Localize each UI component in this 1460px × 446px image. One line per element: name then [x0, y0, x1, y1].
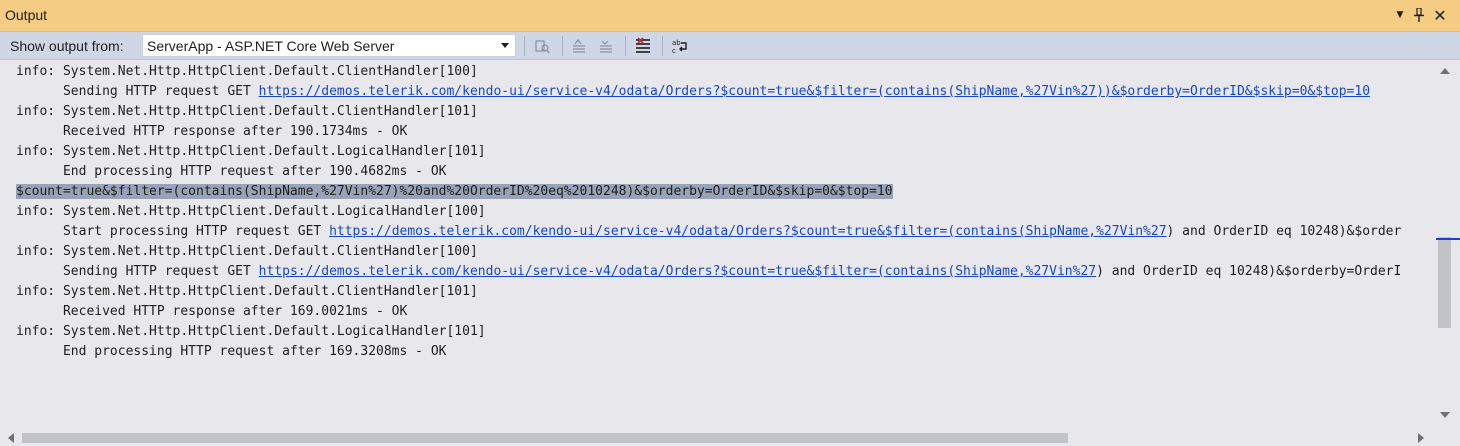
- output-line-text: $count=true&$filter=(contains(ShipName,%…: [16, 184, 893, 199]
- toggle-word-wrap-button[interactable]: ab c: [670, 36, 690, 56]
- output-line-suffix: ) and OrderID eq 10248)&$orderby=OrderI: [1096, 264, 1402, 279]
- selection-marker: [1453, 238, 1460, 240]
- output-line-text: Start processing HTTP request GET: [16, 224, 330, 239]
- output-line: Start processing HTTP request GET https:…: [16, 222, 1401, 242]
- toolbar-separator: [524, 36, 525, 56]
- output-line-text: End processing HTTP request after 169.32…: [16, 344, 447, 359]
- selected-output-line: $count=true&$filter=(contains(ShipName,%…: [16, 182, 893, 202]
- output-line-text: info: System.Net.Http.HttpClient.Default…: [16, 204, 486, 219]
- output-url-link[interactable]: https://demos.telerik.com/kendo-ui/servi…: [259, 264, 1096, 279]
- output-url-link[interactable]: https://demos.telerik.com/kendo-ui/servi…: [329, 224, 1166, 239]
- prev-message-icon: [573, 39, 585, 53]
- horizontal-scrollbar[interactable]: [0, 430, 1436, 446]
- toolbar-separator: [625, 36, 626, 56]
- output-line: Received HTTP response after 190.1734ms …: [16, 122, 407, 142]
- vertical-scrollbar[interactable]: [1436, 61, 1453, 430]
- show-output-from-label: Show output from:: [10, 38, 124, 54]
- scroll-left-arrow-icon[interactable]: [8, 433, 14, 443]
- output-line: info: System.Net.Http.HttpClient.Default…: [16, 62, 478, 82]
- next-message-icon: [600, 40, 612, 53]
- go-to-next-message-button[interactable]: [596, 36, 616, 56]
- output-line-text: info: System.Net.Http.HttpClient.Default…: [16, 104, 478, 119]
- scroll-right-arrow-icon[interactable]: [1418, 433, 1424, 443]
- scroll-down-arrow-icon[interactable]: [1440, 412, 1450, 418]
- horizontal-scroll-thumb[interactable]: [22, 433, 1068, 443]
- output-line-text: Sending HTTP request GET: [16, 264, 259, 279]
- output-window-titlebar: Output ▼ ✕: [0, 0, 1460, 32]
- output-line: info: System.Net.Http.HttpClient.Default…: [16, 282, 478, 302]
- clear-all-icon: [636, 37, 650, 53]
- output-line: Sending HTTP request GET https://demos.t…: [16, 262, 1401, 282]
- pin-icon[interactable]: [1411, 7, 1427, 23]
- clear-all-button[interactable]: [633, 36, 653, 56]
- dropdown-icon[interactable]: ▼: [1392, 7, 1408, 23]
- chevron-down-icon: [501, 43, 509, 48]
- vertical-scroll-thumb[interactable]: [1438, 237, 1451, 328]
- output-line: info: System.Net.Http.HttpClient.Default…: [16, 322, 486, 342]
- output-line: info: System.Net.Http.HttpClient.Default…: [16, 142, 486, 162]
- output-line-text: Sending HTTP request GET: [16, 84, 259, 99]
- output-line-text: info: System.Net.Http.HttpClient.Default…: [16, 244, 478, 259]
- output-url-link[interactable]: https://demos.telerik.com/kendo-ui/servi…: [259, 84, 1370, 99]
- find-icon: [535, 40, 550, 54]
- svg-text:ab: ab: [672, 39, 681, 47]
- output-line-text: End processing HTTP request after 190.46…: [16, 164, 447, 179]
- output-line-text: info: System.Net.Http.HttpClient.Default…: [16, 64, 478, 79]
- output-line-text: Received HTTP response after 169.0021ms …: [16, 304, 408, 319]
- output-source-value: ServerApp - ASP.NET Core Web Server: [147, 38, 395, 54]
- svg-text:c: c: [672, 47, 676, 55]
- output-line: info: System.Net.Http.HttpClient.Default…: [16, 102, 478, 122]
- toolbar-separator: [562, 36, 563, 56]
- output-text-area[interactable]: info: System.Net.Http.HttpClient.Default…: [0, 61, 1436, 430]
- output-line-text: info: System.Net.Http.HttpClient.Default…: [16, 144, 486, 159]
- output-line: End processing HTTP request after 190.46…: [16, 162, 447, 182]
- output-line: Sending HTTP request GET https://demos.t…: [16, 82, 1370, 102]
- output-line: info: System.Net.Http.HttpClient.Default…: [16, 202, 486, 222]
- scroll-up-arrow-icon[interactable]: [1440, 68, 1450, 74]
- output-line-text: info: System.Net.Http.HttpClient.Default…: [16, 324, 486, 339]
- window-title: Output: [5, 7, 48, 23]
- word-wrap-icon: abc: [672, 39, 687, 55]
- output-line-suffix: ) and OrderID eq 10248)&$order: [1166, 224, 1402, 239]
- output-line: Received HTTP response after 169.0021ms …: [16, 302, 407, 322]
- go-to-previous-message-button[interactable]: [569, 36, 589, 56]
- find-message-in-code-button[interactable]: [532, 36, 552, 56]
- close-icon[interactable]: ✕: [1432, 6, 1448, 25]
- output-source-select[interactable]: ServerApp - ASP.NET Core Web Server: [142, 34, 516, 57]
- output-line: info: System.Net.Http.HttpClient.Default…: [16, 242, 478, 262]
- toolbar-separator: [662, 36, 663, 56]
- output-toolbar: Show output from: ServerApp - ASP.NET Co…: [0, 32, 1460, 60]
- scrollbar-corner: [1436, 430, 1460, 446]
- output-line-text: Received HTTP response after 190.1734ms …: [16, 124, 408, 139]
- output-line: End processing HTTP request after 169.32…: [16, 342, 447, 362]
- scroll-position-marker: [1436, 238, 1453, 240]
- output-line-text: info: System.Net.Http.HttpClient.Default…: [16, 284, 478, 299]
